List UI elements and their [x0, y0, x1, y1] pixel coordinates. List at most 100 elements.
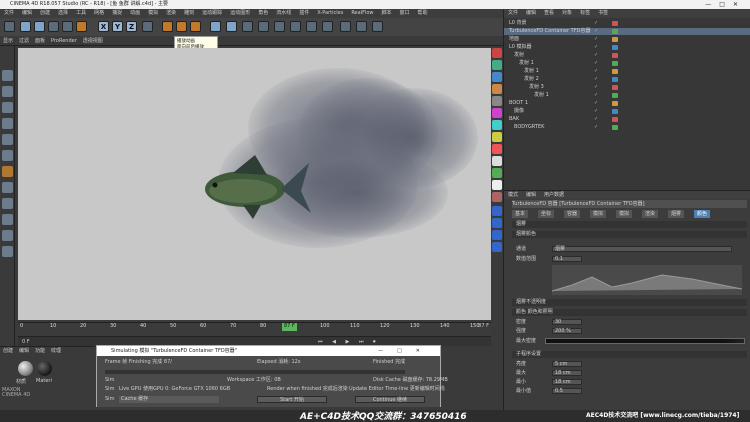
- sim-start-button[interactable]: Start 开始: [257, 396, 327, 403]
- attr-section[interactable]: 颜色 颜色和照明: [512, 309, 747, 316]
- scale-icon[interactable]: [48, 21, 59, 32]
- xp-icon[interactable]: [492, 242, 502, 252]
- object-row[interactable]: 发射 2 ✓: [504, 76, 750, 83]
- visibility-toggle-icon[interactable]: ✓: [594, 100, 598, 107]
- visibility-toggle-icon[interactable]: ✓: [594, 84, 598, 91]
- material-menu-item[interactable]: 创建: [3, 348, 13, 354]
- xparticles-icon[interactable]: [340, 21, 351, 32]
- fx-icon[interactable]: [492, 84, 502, 94]
- object-menu-item[interactable]: 书签: [598, 10, 608, 16]
- viewport-menu-item[interactable]: ProRender: [51, 38, 77, 44]
- cube-icon[interactable]: [210, 21, 221, 32]
- snap-icon[interactable]: [2, 198, 13, 209]
- move-icon[interactable]: [34, 21, 45, 32]
- menu-item[interactable]: 运动跟踪: [202, 10, 222, 16]
- attr-tab[interactable]: 坐标: [538, 210, 555, 218]
- visibility-toggle-icon[interactable]: ✓: [594, 44, 598, 51]
- object-tag-icon[interactable]: [612, 101, 618, 106]
- coordinate-system-icon[interactable]: [142, 21, 153, 32]
- workplane-icon[interactable]: [2, 214, 13, 225]
- menu-item[interactable]: 选择: [58, 10, 68, 16]
- menu-item[interactable]: 角色: [258, 10, 268, 16]
- fx-icon[interactable]: [492, 60, 502, 70]
- camera-icon[interactable]: [306, 21, 317, 32]
- attribute-menu-item[interactable]: 用户数据: [544, 192, 564, 198]
- object-tag-icon[interactable]: [612, 85, 618, 90]
- attribute-menu-item[interactable]: 模式: [508, 192, 518, 198]
- attr-value[interactable]: 0.1: [552, 256, 582, 262]
- perspective-viewport[interactable]: [18, 48, 491, 320]
- sim-continue-button[interactable]: Continue 继续: [355, 396, 425, 403]
- point-mode-icon[interactable]: [2, 118, 13, 129]
- attr-tab[interactable]: 颜色: [694, 210, 711, 218]
- light-icon[interactable]: [322, 21, 333, 32]
- subdivision-icon[interactable]: [242, 21, 253, 32]
- menu-item[interactable]: 模拟: [148, 10, 158, 16]
- visibility-toggle-icon[interactable]: ✓: [594, 92, 598, 99]
- grid-icon[interactable]: [2, 246, 13, 257]
- material-menu-item[interactable]: 纹理: [51, 348, 61, 354]
- material-menu-item[interactable]: 功能: [35, 348, 45, 354]
- fx-icon[interactable]: [492, 72, 502, 82]
- axis-mode-icon[interactable]: [2, 166, 13, 177]
- visibility-toggle-icon[interactable]: ✓: [594, 52, 598, 59]
- tweak-icon[interactable]: [2, 182, 13, 193]
- sim-window-controls[interactable]: —□✕: [378, 346, 434, 356]
- attr-section[interactable]: 烟雾不透明度: [512, 299, 747, 306]
- object-row[interactable]: L0 背景 ✓: [504, 20, 750, 27]
- attr-tab[interactable]: 烟雾: [668, 210, 685, 218]
- object-menu-item[interactable]: 查看: [544, 10, 554, 16]
- timeline-ruler[interactable]: 0102030405060708090100110120130140150 87…: [18, 322, 491, 336]
- color-gradient-bar[interactable]: [545, 338, 745, 344]
- menu-item[interactable]: X-Particles: [317, 10, 343, 16]
- visibility-toggle-icon[interactable]: ✓: [594, 76, 598, 83]
- attr-value[interactable]: 200 %: [552, 328, 582, 334]
- object-row[interactable]: BAK ✓: [504, 116, 750, 123]
- texture-mode-icon[interactable]: [2, 102, 13, 113]
- render-settings-icon[interactable]: [190, 21, 201, 32]
- attr-tab[interactable]: 渲染: [642, 210, 659, 218]
- make-editable-icon[interactable]: [2, 70, 13, 81]
- menu-item[interactable]: 工具: [76, 10, 86, 16]
- deformer-icon[interactable]: [274, 21, 285, 32]
- undo-icon[interactable]: [4, 21, 15, 32]
- menu-item[interactable]: RealFlow: [351, 10, 373, 16]
- menu-item[interactable]: 动画: [130, 10, 140, 16]
- fx-icon[interactable]: [492, 144, 502, 154]
- visibility-toggle-icon[interactable]: ✓: [594, 20, 598, 27]
- fx-icon[interactable]: [492, 120, 502, 130]
- attr-tab[interactable]: 基本: [512, 210, 529, 218]
- object-tag-icon[interactable]: [612, 61, 618, 66]
- menu-item[interactable]: 网格: [94, 10, 104, 16]
- fx-icon[interactable]: [492, 192, 502, 202]
- rotate-icon[interactable]: [62, 21, 73, 32]
- object-row[interactable]: 发射 1 ✓: [504, 92, 750, 99]
- x-axis-icon[interactable]: X: [98, 21, 109, 32]
- visibility-toggle-icon[interactable]: ✓: [594, 60, 598, 67]
- menu-item[interactable]: 雕刻: [184, 10, 194, 16]
- menu-item[interactable]: 流水线: [276, 10, 291, 16]
- object-tag-icon[interactable]: [612, 37, 618, 42]
- visibility-toggle-icon[interactable]: ✓: [594, 108, 598, 115]
- y-axis-icon[interactable]: Y: [112, 21, 123, 32]
- fx-icon[interactable]: [492, 168, 502, 178]
- object-row[interactable]: 发射 1 ✓: [504, 68, 750, 75]
- current-frame-marker[interactable]: 87 F: [282, 323, 297, 331]
- fx-icon[interactable]: [492, 156, 502, 166]
- material-ball[interactable]: [37, 361, 52, 376]
- z-axis-icon[interactable]: Z: [126, 21, 137, 32]
- attr-value[interactable]: 30: [552, 319, 582, 325]
- object-tag-icon[interactable]: [612, 117, 618, 122]
- object-row[interactable]: 摄像 ✓: [504, 108, 750, 115]
- lock-icon[interactable]: [2, 230, 13, 241]
- object-menu-item[interactable]: 文件: [508, 10, 518, 16]
- object-tag-icon[interactable]: [612, 29, 618, 34]
- menu-item[interactable]: 运动图形: [230, 10, 250, 16]
- attr-value[interactable]: 18 cm: [552, 370, 582, 376]
- object-row[interactable]: L0 模拟器 ✓: [504, 44, 750, 51]
- object-tag-icon[interactable]: [612, 53, 618, 58]
- object-tag-icon[interactable]: [612, 109, 618, 114]
- viewport-menu-item[interactable]: 显示: [3, 38, 13, 44]
- menu-item[interactable]: 渲染: [166, 10, 176, 16]
- edge-mode-icon[interactable]: [2, 134, 13, 145]
